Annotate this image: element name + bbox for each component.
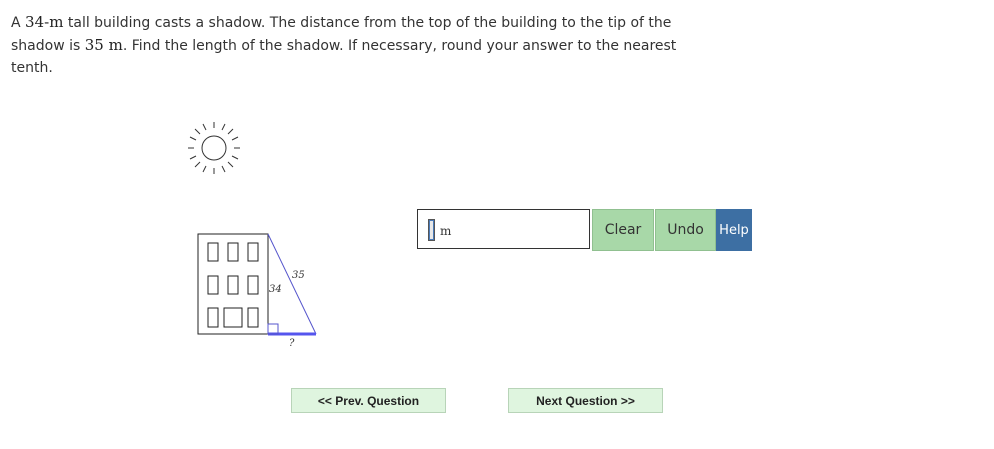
help-button[interactable]: Help	[716, 209, 752, 251]
next-question-button[interactable]: Next Question >>	[508, 388, 663, 413]
prev-question-button[interactable]: << Prev. Question	[291, 388, 446, 413]
sun-icon	[188, 122, 240, 174]
height-label: 34	[269, 284, 282, 295]
shadow-label: ?	[289, 338, 295, 349]
hypotenuse-label: 35	[292, 270, 305, 281]
building-icon	[197, 233, 269, 335]
clear-button[interactable]: Clear	[592, 209, 654, 251]
undo-button[interactable]: Undo	[655, 209, 716, 251]
answer-input[interactable]	[428, 219, 435, 241]
answer-unit: m	[440, 224, 452, 238]
answer-input-box[interactable]: m	[417, 209, 590, 249]
